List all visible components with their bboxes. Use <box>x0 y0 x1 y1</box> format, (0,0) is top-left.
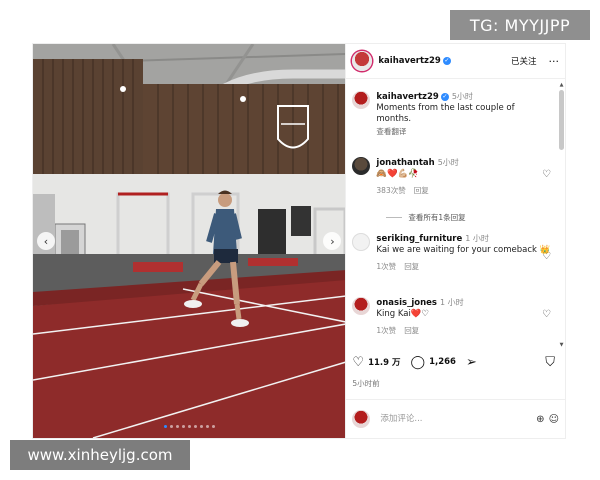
author-avatar[interactable] <box>352 51 373 71</box>
comment-username[interactable]: onasis_jones <box>376 298 437 308</box>
comment-meta: 1次赞 回复 <box>376 261 551 272</box>
comment-input[interactable] <box>378 413 533 425</box>
view-replies-link[interactable]: 查看所有1条回复 <box>386 212 465 223</box>
bookmark-icon[interactable]: ⛉ <box>545 355 555 370</box>
post-header: kaihavertz29 ✓ 已关注 ··· <box>346 44 565 79</box>
share-send-icon[interactable]: ➢ <box>466 355 477 370</box>
following-button[interactable]: 已关注 <box>511 55 537 67</box>
comment-text: Kai we are waiting for your comeback 👑 <box>376 245 551 255</box>
comment-meta: 383次赞 回复 <box>376 185 551 196</box>
carousel-dot <box>169 425 173 428</box>
like-count[interactable]: 1次赞 <box>376 326 396 335</box>
heart-icon[interactable]: ♡ <box>542 169 551 180</box>
avatar[interactable] <box>352 91 371 109</box>
reply-link[interactable]: 回复 <box>404 262 419 271</box>
author-username[interactable]: kaihavertz29 ✓ <box>378 56 451 66</box>
action-bar: ♡ 11.9 万 ◯ 1,266 ➢ ⛉ <box>352 354 559 370</box>
avatar[interactable] <box>352 157 371 175</box>
instagram-post: ‹ › kaihavertz29 ✓ 已关注 ··· kaihavertz29 ✓ 5… <box>33 44 565 438</box>
carousel-dot <box>175 425 179 428</box>
current-user-avatar <box>352 410 371 428</box>
comment-time: 5小时 <box>451 92 473 101</box>
caption-text: Moments from the last couple of months. <box>376 103 515 124</box>
like-count[interactable]: 11.9 万 <box>368 356 400 368</box>
reply-link[interactable]: 回复 <box>404 326 419 335</box>
carousel-dot <box>181 425 185 428</box>
carousel-dot <box>187 425 191 428</box>
comment-username[interactable]: jonathantah <box>376 158 434 168</box>
carousel-dots <box>33 425 345 428</box>
post-sidebar: kaihavertz29 ✓ 已关注 ··· kaihavertz29 ✓ 5小时 M… <box>345 44 565 438</box>
comment-time: 1 小时 <box>465 234 489 243</box>
post-media[interactable]: ‹ › <box>33 44 346 438</box>
avatar[interactable] <box>352 297 371 315</box>
emoji-icon[interactable]: ☺ <box>549 414 559 425</box>
comments-scrollbar[interactable]: ▲ <box>559 82 564 282</box>
list-item: seriking_furniture 1 小时 Kai we are waitin… <box>352 233 551 272</box>
post-timestamp: 5小时前 <box>352 379 380 388</box>
gym-photo <box>33 44 346 438</box>
reply-link[interactable]: 回复 <box>414 186 429 195</box>
carousel-dot <box>205 425 209 428</box>
caption: kaihavertz29 ✓ 5小时 Moments from the last c… <box>352 91 551 137</box>
more-options-icon[interactable]: ··· <box>549 55 560 68</box>
watermark-tg: TG: MYYJJPP <box>450 10 590 40</box>
comments-list[interactable]: kaihavertz29 ✓ 5小时 Moments from the last c… <box>346 79 565 349</box>
comment-time: 5小时 <box>437 158 459 167</box>
avatar[interactable] <box>352 233 371 251</box>
scroll-down-icon[interactable]: ▼ <box>559 342 564 348</box>
gif-icon[interactable]: ⊕ <box>536 414 544 425</box>
verified-badge-icon: ✓ <box>442 57 451 65</box>
carousel-dot <box>211 425 215 428</box>
comment-text: King Kai❤️♡ <box>376 309 430 319</box>
see-translation-link[interactable]: 查看翻译 <box>376 126 551 137</box>
comment-count: 1,266 <box>429 357 456 367</box>
like-count[interactable]: 1次赞 <box>376 262 396 271</box>
carousel-dot <box>163 425 167 428</box>
comment-username[interactable]: seriking_furniture <box>376 234 462 244</box>
heart-icon[interactable]: ♡ <box>542 251 551 262</box>
heart-icon[interactable]: ♡ <box>542 309 551 320</box>
scroll-up-icon[interactable]: ▲ <box>559 82 564 88</box>
chevron-left-icon[interactable]: ‹ <box>37 232 55 250</box>
verified-badge-icon: ✓ <box>440 93 449 101</box>
watermark-site: www.xinheyljg.com <box>10 440 190 470</box>
scroll-thumb[interactable] <box>559 90 564 150</box>
comment-bubble-icon[interactable]: ◯ <box>411 355 426 370</box>
like-heart-icon[interactable]: ♡ <box>352 355 364 370</box>
comment-time: 1 小时 <box>439 298 464 307</box>
carousel-dot <box>193 425 197 428</box>
comment-text: 🙈❤️💪🏼🥀 <box>376 169 419 179</box>
list-item: onasis_jones 1 小时 King Kai❤️♡ 1次赞 回复 ♡ <box>352 297 551 336</box>
comment-username[interactable]: kaihavertz29 <box>376 92 438 102</box>
comment-meta: 1次赞 回复 <box>376 325 551 336</box>
like-count[interactable]: 383次赞 <box>376 186 405 195</box>
add-comment-bar: ⊕ ☺ <box>346 399 565 438</box>
list-item: jonathantah 5小时 🙈❤️💪🏼🥀 383次赞 回复 ♡ <box>352 157 551 196</box>
carousel-dot <box>199 425 203 428</box>
